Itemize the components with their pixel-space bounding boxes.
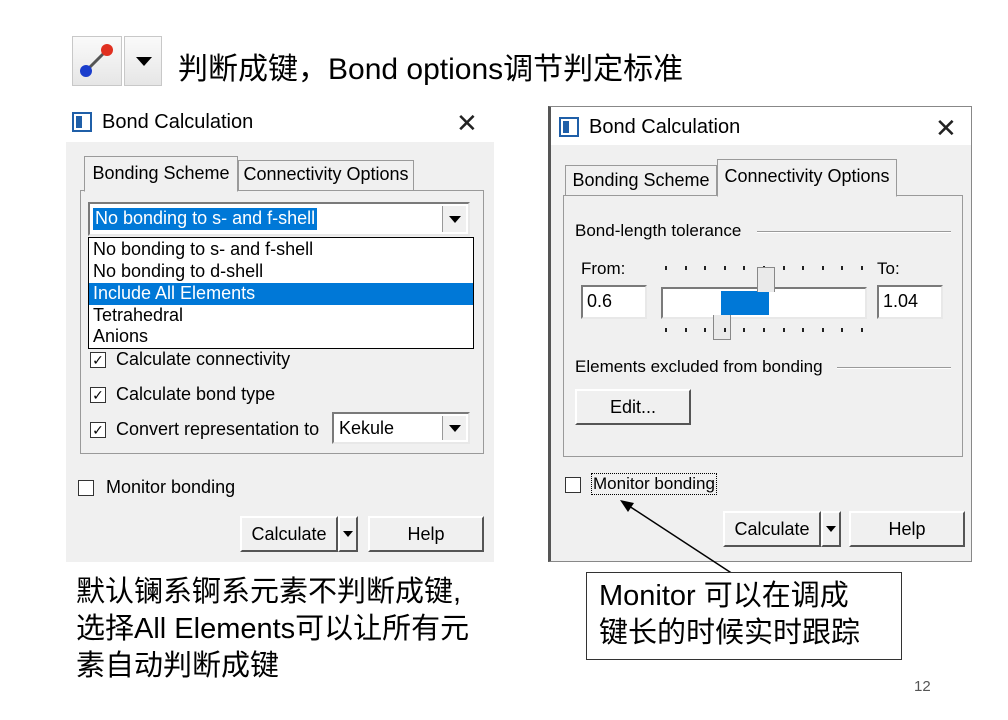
slider-tick — [802, 266, 805, 270]
list-item[interactable]: Anions — [93, 326, 148, 347]
slider-tick — [704, 266, 707, 270]
left-note: 默认镧系锕系元素不判断成键, 选择All Elements可以让所有元 素自动判… — [76, 574, 469, 685]
scheme-select[interactable]: No bonding to s- and f-shell — [88, 202, 470, 236]
title-bar: Bond Calculation ✕ — [66, 104, 494, 142]
slider-tick — [684, 328, 687, 332]
slider-ticks-bottom — [661, 325, 867, 335]
monitor-bonding-label: Monitor bonding — [106, 477, 236, 497]
slider-tick — [704, 328, 707, 332]
slider-tick — [861, 328, 863, 332]
excluded-elements-label: Elements excluded from bonding — [575, 357, 823, 376]
help-button[interactable]: Help — [849, 511, 965, 547]
tolerance-range-slider[interactable] — [661, 263, 867, 340]
representation-value: Kekule — [339, 418, 395, 438]
slider-tick — [802, 328, 805, 332]
slider-tick — [782, 266, 785, 270]
edit-button[interactable]: Edit... — [575, 389, 691, 425]
tab-bonding-scheme[interactable]: Bonding Scheme — [84, 156, 238, 192]
tab-label: Connectivity Options — [243, 164, 409, 184]
slider-tick — [841, 328, 844, 332]
slider-tick — [743, 328, 746, 332]
scheme-options-list: No bonding to s- and f-shell No bonding … — [88, 237, 474, 349]
note-line: 选择All Elements可以让所有元 — [76, 613, 470, 645]
calculate-menu-button[interactable] — [338, 516, 358, 552]
tab-bonding-scheme[interactable]: Bonding Scheme — [565, 165, 717, 197]
checkbox-label: Convert representation to — [116, 419, 320, 439]
calculate-bond-type-checkbox[interactable]: ✓ — [90, 387, 106, 403]
monitor-bonding-checkbox[interactable] — [78, 480, 94, 496]
button-label: Help — [888, 519, 926, 539]
note-line: Monitor 可以在调成 — [599, 580, 849, 612]
slider-tick — [821, 328, 824, 332]
slider-tick — [723, 328, 726, 332]
chevron-down-icon — [826, 526, 836, 532]
from-label: From: — [581, 259, 626, 278]
bond-tool-button[interactable] — [72, 36, 122, 86]
list-item-highlighted[interactable]: Include All Elements — [89, 283, 473, 305]
slider-tick — [861, 266, 863, 270]
left-bond-dialog: Bond Calculation ✕ Bonding Scheme Connec… — [66, 104, 494, 562]
bond-icon — [80, 44, 113, 77]
representation-select[interactable]: Kekule — [332, 412, 470, 444]
slider-tick — [763, 328, 765, 332]
button-label: Help — [407, 524, 445, 544]
checkbox-label: Calculate connectivity — [116, 349, 291, 369]
page-number: 12 — [914, 678, 931, 695]
slider-tick — [743, 266, 746, 270]
tab-label: Bonding Scheme — [92, 163, 230, 183]
note-line: 键长的时候实时跟踪 — [599, 617, 861, 649]
callout-box: Monitor 可以在调成 键长的时候实时跟踪 — [586, 572, 902, 660]
list-item[interactable]: Tetrahedral — [93, 305, 183, 326]
close-icon[interactable]: ✕ — [935, 115, 957, 141]
tab-connectivity-options[interactable]: Connectivity Options — [717, 159, 897, 197]
chevron-down-icon[interactable] — [442, 206, 466, 232]
slider-tick — [665, 266, 667, 270]
from-value: 0.6 — [587, 291, 613, 311]
group-divider — [837, 367, 951, 369]
group-divider — [757, 231, 951, 233]
scheme-selected-value: No bonding to s- and f-shell — [93, 208, 318, 230]
slider-tick — [821, 266, 824, 270]
title-bar: Bond Calculation ✕ — [551, 107, 971, 145]
bond-tool-dropdown[interactable] — [124, 36, 162, 86]
chevron-down-icon — [136, 57, 152, 66]
calculate-button[interactable]: Calculate — [240, 516, 338, 552]
to-value: 1.04 — [883, 291, 919, 311]
from-input[interactable]: 0.6 — [581, 285, 647, 319]
tab-label: Connectivity Options — [724, 166, 890, 186]
calculate-menu-button[interactable] — [821, 511, 841, 547]
tab-label: Bonding Scheme — [572, 170, 710, 190]
button-label: Calculate — [251, 524, 327, 544]
slider-tick — [782, 328, 785, 332]
help-button[interactable]: Help — [368, 516, 484, 552]
chevron-down-icon — [343, 531, 353, 537]
slider-tick — [723, 266, 726, 270]
to-input[interactable]: 1.04 — [877, 285, 943, 319]
button-label: Edit... — [609, 397, 657, 417]
slide-heading: 判断成键，Bond options调节判定标准 — [178, 53, 684, 86]
tolerance-label: Bond-length tolerance — [575, 221, 742, 240]
tab-connectivity-options[interactable]: Connectivity Options — [238, 160, 414, 190]
to-label: To: — [877, 259, 900, 278]
app-icon — [559, 117, 579, 137]
calculate-connectivity-checkbox[interactable]: ✓ — [90, 352, 106, 368]
monitor-bonding-checkbox[interactable] — [565, 477, 581, 493]
dialog-title: Bond Calculation — [102, 111, 254, 133]
slider-range-fill — [721, 291, 769, 315]
close-icon[interactable]: ✕ — [456, 110, 478, 136]
slider-upper-thumb[interactable] — [757, 267, 775, 292]
slider-tick — [684, 266, 687, 270]
note-line: 素自动判断成键 — [76, 650, 280, 682]
convert-representation-checkbox[interactable]: ✓ — [90, 422, 106, 438]
slider-tick — [841, 266, 844, 270]
chevron-down-icon[interactable] — [442, 416, 466, 440]
dialog-title: Bond Calculation — [589, 116, 741, 138]
slider-tick — [665, 328, 667, 332]
app-icon — [72, 112, 92, 132]
checkbox-label: Calculate bond type — [116, 384, 276, 404]
list-item[interactable]: No bonding to s- and f-shell — [93, 239, 313, 260]
list-item[interactable]: No bonding to d-shell — [93, 261, 263, 282]
note-line: 默认镧系锕系元素不判断成键, — [76, 576, 462, 608]
